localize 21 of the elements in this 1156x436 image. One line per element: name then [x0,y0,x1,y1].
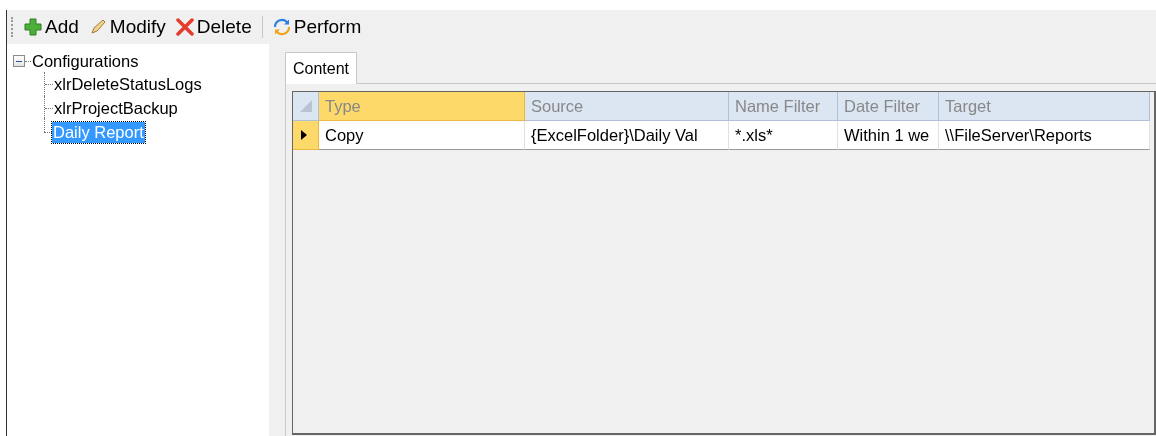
pencil-icon [88,18,107,36]
tree-item[interactable]: xlrProjectBackup [53,97,179,119]
toolbar-button[interactable]: Perform [269,14,365,40]
table-cell: \\FileServer\Reports [939,121,1150,150]
tree-item[interactable]: Configurations [31,50,140,72]
table-cell: *.xls* [729,121,838,150]
collapse-toggle[interactable] [13,55,25,67]
tree-item[interactable]: xlrDeleteStatusLogs [53,73,203,95]
row-header[interactable] [293,121,319,150]
toolbar-button[interactable]: Add [21,14,82,40]
table-cell: Copy [319,121,525,150]
close-icon [175,18,194,36]
plus-icon [24,18,42,36]
toolbar-button[interactable]: Modify [85,14,169,40]
row-pointer-icon [301,130,307,140]
refresh-icon [272,18,291,36]
toolbar-button[interactable]: Delete [172,14,255,40]
table-cell: Within 1 we [838,121,939,150]
table-cell: {ExcelFolder}\Daily Val [525,121,729,150]
triangle-icon [298,99,313,113]
tab[interactable]: Content [285,52,358,84]
